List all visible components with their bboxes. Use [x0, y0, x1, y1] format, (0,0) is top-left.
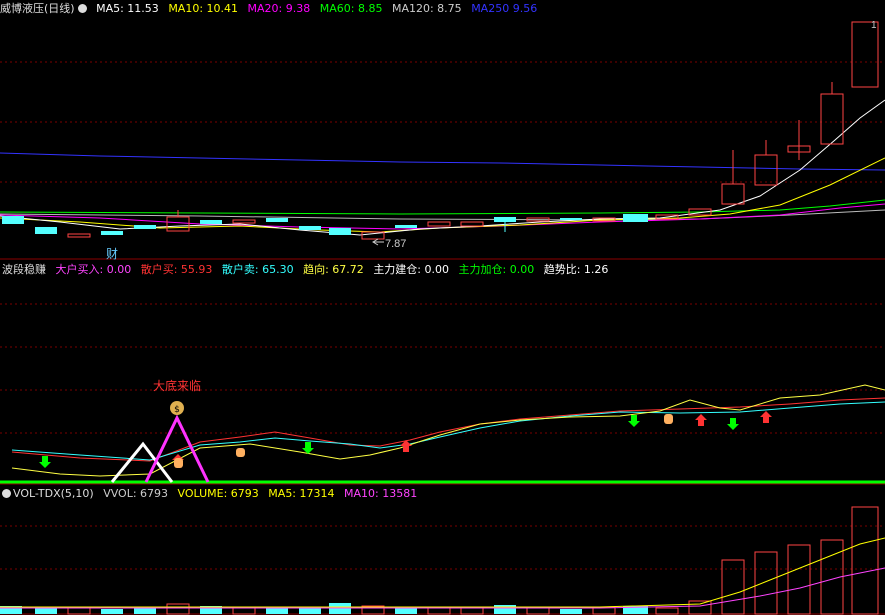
up-arrow-icon: [695, 414, 707, 426]
retail-buy-line: [11, 397, 885, 462]
ma10-line: [0, 157, 885, 233]
top-price-marker: 1: [871, 20, 877, 31]
hand-pointer-icon: [236, 448, 245, 457]
retail-sell-line: [11, 401, 885, 461]
down-arrow-icon: [727, 418, 739, 430]
low-price-label: 7.87: [385, 238, 406, 250]
hand-pointer-icon: [664, 414, 673, 424]
up-arrow-icon: [760, 411, 772, 423]
chart-canvas[interactable]: 7.87 财 1 $ 大底来临: [0, 0, 885, 615]
svg-text:$: $: [174, 405, 180, 415]
down-arrow-icon: [39, 456, 51, 468]
low-price-marker: [372, 238, 384, 246]
money-bag-icon: $: [170, 401, 184, 415]
ma20-line: [0, 203, 885, 230]
candlesticks[interactable]: [2, 21, 879, 240]
volume-ma10-line: [0, 567, 885, 609]
magenta-signal-triangle: [144, 414, 210, 483]
down-arrow-icon: [628, 415, 640, 427]
bottom-signal-annotation: 大底来临: [153, 378, 201, 393]
ma60-line: [0, 199, 885, 215]
ma5-line: [0, 99, 885, 236]
ma120-line: [0, 209, 885, 221]
finance-marker[interactable]: 财: [106, 247, 118, 261]
volume-ma5-line: [0, 537, 885, 608]
hand-pointer-icon: [174, 458, 183, 468]
ma250-line: [0, 152, 885, 171]
grid-lines: [0, 61, 885, 570]
